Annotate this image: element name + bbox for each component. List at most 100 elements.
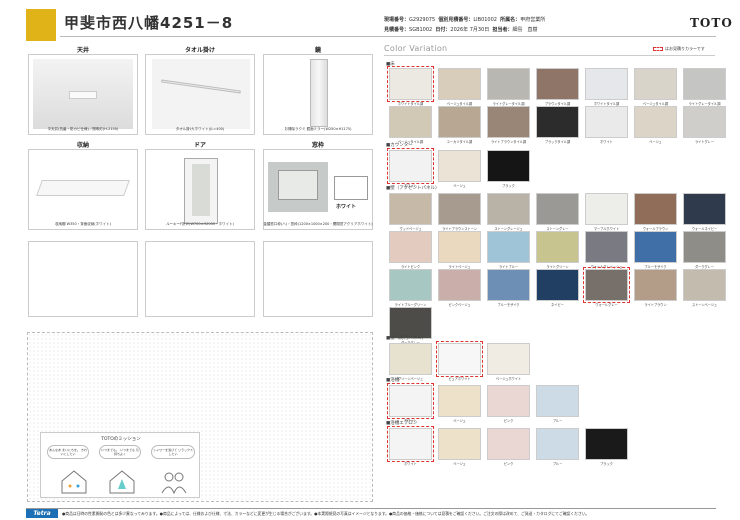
color-swatch[interactable]: マーブルホワイト bbox=[585, 193, 628, 231]
swatch-name: ブラックタイル調 bbox=[544, 140, 571, 144]
color-swatch[interactable]: ブルーモザイク bbox=[634, 231, 677, 269]
swatch-name: ピンク bbox=[503, 462, 514, 466]
swatch-chip bbox=[389, 343, 432, 375]
color-swatch[interactable]: ピンクベージュ bbox=[438, 269, 481, 307]
color-swatch[interactable]: ベージュ bbox=[438, 150, 481, 188]
item-caption-window-frame: 金額窓口枠(ハ)・窓枠(1200×1000×200・開閉窓アクリアホワイト) bbox=[263, 222, 373, 226]
swatch-name: ライトグレー bbox=[694, 140, 715, 144]
mission-title: TOTOのミッション bbox=[101, 437, 141, 442]
color-swatch[interactable]: ライトベージュ bbox=[438, 231, 481, 269]
color-swatch[interactable]: ブルーモザイク bbox=[487, 269, 530, 307]
meta-label: 見積番号： bbox=[384, 27, 410, 33]
item-caption-storage: 収納棚 W350・背面収納(ホワイト) bbox=[55, 222, 111, 226]
color-swatch[interactable]: ホワイトタイル調 bbox=[387, 66, 434, 106]
color-swatch[interactable]: ブルー bbox=[536, 385, 579, 423]
color-swatch[interactable]: ピュアホワイト bbox=[436, 341, 483, 381]
tetra-logo: Tetra bbox=[26, 509, 58, 518]
page-title: 甲斐市西八幡4251－8 bbox=[64, 14, 234, 32]
swatch-chip bbox=[438, 231, 481, 263]
swatch-name: ブルー bbox=[552, 419, 563, 423]
swatch-chip bbox=[683, 106, 726, 138]
swatch-section-label: ■浴槽 bbox=[386, 378, 400, 383]
color-swatch[interactable]: ホワイト bbox=[387, 426, 434, 466]
item-label-towel-bar: タオル掛け bbox=[184, 47, 215, 54]
color-swatch[interactable]: ホワイト bbox=[585, 106, 628, 144]
color-swatch[interactable]: ベージュホワイト bbox=[487, 343, 530, 381]
item-label-window-frame: 窓枠 bbox=[311, 142, 324, 149]
swatch-name: ベージュ bbox=[453, 419, 466, 423]
color-swatch[interactable]: ネイビー bbox=[536, 269, 579, 307]
color-variation-divider bbox=[384, 55, 715, 56]
color-swatch[interactable]: ベージュタイル調 bbox=[634, 68, 677, 106]
color-swatch[interactable]: ブラックタイル調 bbox=[536, 106, 579, 144]
swatch-chip bbox=[487, 193, 530, 225]
empty-slot bbox=[263, 241, 373, 317]
swatch-section-label: ■壁（防汚パネル） bbox=[386, 336, 427, 341]
color-swatch[interactable]: ベージュ bbox=[634, 106, 677, 144]
color-swatch[interactable]: ライトグレータイル調 bbox=[487, 68, 530, 106]
color-swatch[interactable]: ウォールネイビー bbox=[683, 193, 726, 231]
color-swatch[interactable]: ストーングレージュ bbox=[487, 193, 530, 231]
swatch-chip bbox=[585, 106, 628, 138]
color-swatch[interactable]: グリーンベージュ bbox=[389, 343, 432, 381]
swatch-chip bbox=[683, 231, 726, 263]
swatch-name: ウォールグレー bbox=[595, 303, 618, 307]
color-swatch[interactable]: ピンク bbox=[487, 385, 530, 423]
swatch-name: ピンク bbox=[503, 419, 514, 423]
color-swatch[interactable]: ライトブラウンタイル調 bbox=[487, 106, 530, 144]
color-swatch[interactable]: ライトグレー bbox=[683, 106, 726, 144]
color-swatch[interactable]: ストーングレー bbox=[536, 193, 579, 231]
color-swatch[interactable]: ブルー bbox=[536, 428, 579, 466]
date: 2026年 7月30日 bbox=[450, 27, 490, 33]
color-swatch[interactable]: ライトグレータイル調 bbox=[683, 68, 726, 106]
color-variation-title: Color Variation bbox=[384, 44, 448, 53]
swatch-name: ベージュ bbox=[453, 184, 466, 188]
toto-mission-card: TOTOのミッション あんなあ まいにちを。 きれいにしたい いつまでも。 いつ… bbox=[40, 432, 200, 498]
color-swatch[interactable]: ブラウンタイル調 bbox=[536, 68, 579, 106]
color-swatch[interactable]: ライトブルー bbox=[487, 231, 530, 269]
swatch-chip bbox=[487, 68, 530, 100]
color-swatch[interactable]: ライトグリーン bbox=[536, 231, 579, 269]
color-swatch[interactable]: ウォールグレイッシュ bbox=[585, 231, 628, 269]
swatch-name: ユーカリタイル調 bbox=[446, 140, 473, 144]
color-swatch[interactable]: ベージュタイル調 bbox=[389, 106, 432, 144]
color-swatch[interactable]: ベージュ bbox=[438, 428, 481, 466]
color-swatch[interactable]: ダークグレー bbox=[683, 231, 726, 269]
swatch-section-label: ■浴槽エプロン bbox=[386, 421, 418, 426]
color-swatch[interactable]: ストーンベージュ bbox=[683, 269, 726, 307]
swatch-chip bbox=[585, 68, 628, 100]
swatch-name: ベージュ bbox=[649, 140, 662, 144]
swatch-section-label: ■壁（アクセントパネル） bbox=[386, 186, 440, 191]
meta-label: 所属名： bbox=[500, 17, 521, 23]
swatch-name: ベージュ bbox=[453, 462, 466, 466]
meta-label: 日付： bbox=[435, 27, 451, 33]
color-swatch[interactable]: ライトブラウン bbox=[634, 269, 677, 307]
swatch-chip bbox=[438, 150, 481, 182]
swatch-chip bbox=[683, 269, 726, 301]
window-frame-image: ホワイト bbox=[263, 149, 373, 230]
color-swatch[interactable]: ベージュタイル調 bbox=[438, 68, 481, 106]
color-swatch[interactable]: ブラック bbox=[487, 150, 530, 188]
color-swatch[interactable]: ホワイト bbox=[387, 148, 434, 188]
color-swatch[interactable]: ウッドベージュ bbox=[389, 193, 432, 231]
color-swatch[interactable]: ホワイトタイル調 bbox=[585, 68, 628, 106]
swatch-chip bbox=[487, 231, 530, 263]
swatch-name: ネイビー bbox=[551, 303, 564, 307]
color-swatch[interactable]: ユーカリタイル調 bbox=[438, 106, 481, 144]
swatch-chip bbox=[536, 385, 579, 417]
color-swatch[interactable]: ウォールブラウン bbox=[634, 193, 677, 231]
person-in-charge: 細島 直樹 bbox=[512, 27, 538, 33]
color-swatch[interactable]: ピンク bbox=[487, 428, 530, 466]
color-swatch[interactable]: ウォールグレー bbox=[583, 267, 630, 307]
color-swatch[interactable]: ホワイト bbox=[387, 383, 434, 423]
color-swatch[interactable]: ライトブラウンストーン bbox=[438, 193, 481, 231]
swatch-chip bbox=[683, 68, 726, 100]
color-swatch[interactable]: ライトピンク bbox=[389, 231, 432, 269]
color-swatch[interactable]: ライトブルーグリーン bbox=[389, 269, 432, 307]
color-swatch[interactable]: ブラック bbox=[585, 428, 628, 466]
empty-slot bbox=[145, 241, 255, 317]
mirror-image bbox=[263, 54, 373, 135]
color-swatch[interactable]: ベージュ bbox=[438, 385, 481, 423]
swatch-name: ブラック bbox=[600, 462, 613, 466]
selected-color-note: はお見積りカラーです bbox=[653, 46, 705, 52]
